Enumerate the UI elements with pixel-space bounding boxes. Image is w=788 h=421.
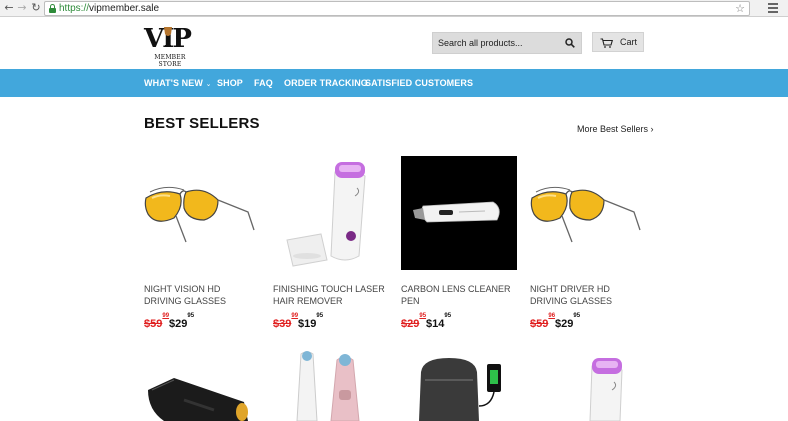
- main-nav: WHAT'S NEW ⌄ SHOP FAQ ORDER TRACKING SAT…: [0, 69, 788, 97]
- sale-price: $2995: [555, 313, 581, 330]
- logo-tagline: MEMBER STORE: [154, 54, 186, 68]
- product-image[interactable]: [273, 350, 389, 421]
- nav-item-order-tracking[interactable]: ORDER TRACKING: [284, 78, 368, 88]
- product-name[interactable]: NIGHT VISION HD DRIVING GLASSES: [144, 283, 260, 307]
- product-card[interactable]: [530, 350, 646, 421]
- product-name[interactable]: FINISHING TOUCH LASER HAIR REMOVER: [273, 283, 389, 307]
- more-best-sellers-link[interactable]: More Best Sellers ›: [577, 124, 654, 134]
- anti-theft-backpack-image: [419, 358, 501, 421]
- sale-price: $2995: [169, 313, 195, 330]
- reload-icon[interactable]: ↻: [30, 2, 42, 14]
- product-card[interactable]: NIGHT DRIVER HD DRIVING GLASSES $5996$29…: [530, 156, 646, 336]
- chevron-down-icon: ⌄: [205, 81, 212, 88]
- lens-cleaner-pen-image: [413, 201, 500, 223]
- white-hair-remover-image: [286, 162, 366, 267]
- nav-item-faq[interactable]: FAQ: [254, 78, 273, 88]
- product-card[interactable]: FINISHING TOUCH LASER HAIR REMOVER $3999…: [273, 156, 389, 336]
- search-input[interactable]: Search all products...: [432, 32, 582, 54]
- product-price: $3999$1995: [273, 313, 324, 332]
- back-arrow-icon[interactable]: ←: [3, 2, 15, 14]
- product-price: $2995$1495: [401, 313, 452, 332]
- url-text: https://vipmember.sale: [59, 3, 160, 14]
- cart-icon: [600, 38, 613, 48]
- search-placeholder: Search all products...: [438, 38, 523, 48]
- wine-glass-icon: [164, 27, 172, 47]
- black-flashlight-image: [148, 378, 248, 421]
- original-price: $2995: [401, 313, 427, 330]
- search-icon[interactable]: [565, 38, 575, 48]
- product-image[interactable]: [401, 156, 517, 270]
- address-bar[interactable]: https://vipmember.sale ☆: [44, 1, 750, 16]
- original-price: $5996: [530, 313, 556, 330]
- cart-button[interactable]: Cart: [592, 32, 644, 52]
- product-image[interactable]: [530, 156, 646, 270]
- original-price: $3999: [273, 313, 299, 330]
- product-image[interactable]: [401, 350, 517, 421]
- nav-item-shop[interactable]: SHOP: [217, 78, 243, 88]
- nav-item-satisfied-customers[interactable]: SATISFIED CUSTOMERS: [365, 78, 473, 88]
- product-card[interactable]: CARBON LENS CLEANER PEN $2995$1495: [401, 156, 517, 336]
- lock-icon: [49, 4, 56, 13]
- nav-item-whats-new[interactable]: WHAT'S NEW ⌄: [144, 78, 212, 88]
- yellow-aviator-glasses-image: [530, 186, 641, 243]
- product-name[interactable]: CARBON LENS CLEANER PEN: [401, 283, 517, 307]
- original-price: $5999: [144, 313, 170, 330]
- product-card[interactable]: [144, 350, 260, 421]
- pore-vacuum-devices-image: [296, 351, 360, 421]
- sale-price: $1995: [298, 313, 324, 330]
- forward-arrow-icon[interactable]: →: [16, 2, 28, 14]
- product-image[interactable]: [144, 350, 260, 421]
- product-image[interactable]: [273, 156, 389, 270]
- product-price: $5996$2995: [530, 313, 581, 332]
- browser-menu-icon[interactable]: [768, 3, 780, 14]
- white-hair-remover-image: [589, 358, 623, 421]
- yellow-aviator-glasses-image: [144, 186, 255, 243]
- section-title: BEST SELLERS: [144, 115, 260, 132]
- product-card[interactable]: NIGHT VISION HD DRIVING GLASSES $5999$29…: [144, 156, 260, 336]
- cart-label: Cart: [620, 37, 638, 47]
- product-price: $5999$2995: [144, 313, 195, 332]
- product-card[interactable]: [401, 350, 517, 421]
- product-image[interactable]: [144, 156, 260, 270]
- sale-price: $1495: [426, 313, 452, 330]
- product-card[interactable]: [273, 350, 389, 421]
- store-logo[interactable]: VIP MEMBER STORE: [144, 24, 196, 68]
- bookmark-star-icon[interactable]: ☆: [735, 2, 745, 15]
- product-image[interactable]: [530, 350, 646, 421]
- browser-toolbar: ← → ↻ https://vipmember.sale ☆: [0, 0, 788, 17]
- product-name[interactable]: NIGHT DRIVER HD DRIVING GLASSES: [530, 283, 646, 307]
